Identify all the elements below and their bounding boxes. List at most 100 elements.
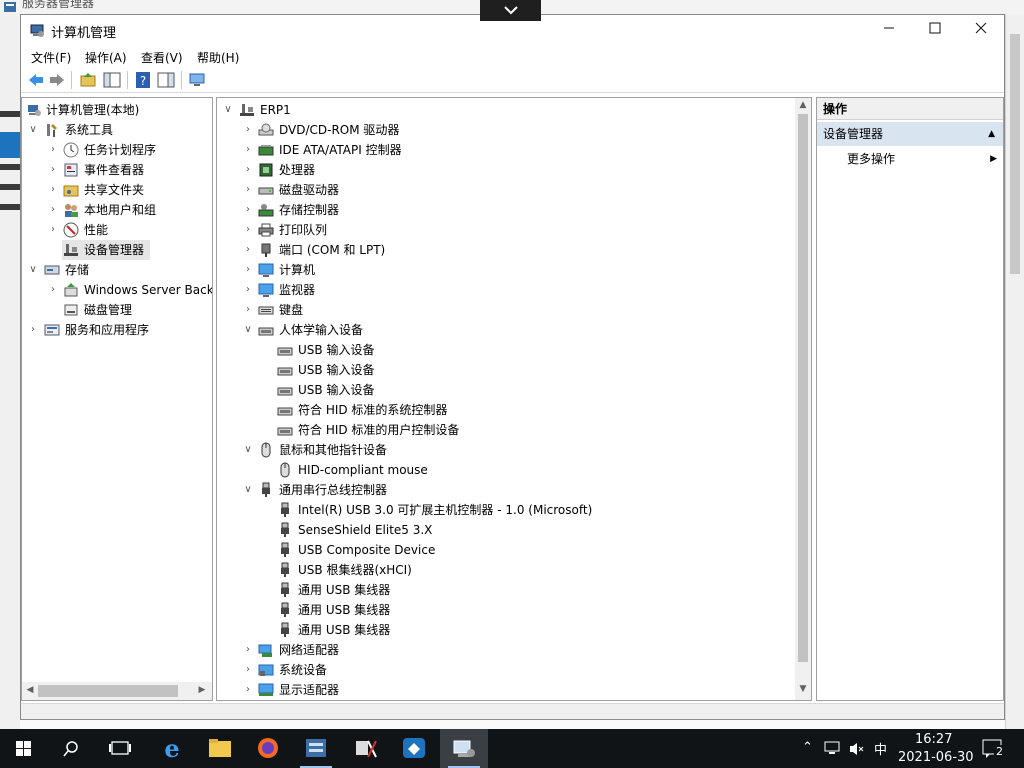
tree-item-device-manager[interactable]: 设备管理器 xyxy=(62,240,150,260)
tree-item-local-users[interactable]: › 本地用户和组 xyxy=(22,200,212,220)
chevron-right-icon[interactable]: › xyxy=(46,140,60,160)
chevron-right-icon[interactable]: › xyxy=(241,120,255,140)
file-explorer-button[interactable] xyxy=(196,729,244,768)
device-item-usb[interactable]: Intel(R) USB 3.0 可扩展主机控制器 - 1.0 (Microso… xyxy=(217,500,797,520)
tree-item-services-apps[interactable]: › 服务和应用程序 xyxy=(22,320,212,340)
device-category-dvd[interactable]: › DVD/CD-ROM 驱动器 xyxy=(217,120,797,140)
tray-expand-icon[interactable]: ⌃ xyxy=(802,740,813,755)
device-item-hid[interactable]: USB 输入设备 xyxy=(217,360,797,380)
help-icon[interactable]: ? xyxy=(134,71,152,89)
back-arrow-icon[interactable] xyxy=(27,71,45,89)
chevron-right-icon[interactable]: › xyxy=(46,220,60,240)
device-item-usb[interactable]: USB 根集线器(xHCI) xyxy=(217,560,797,580)
device-list-vertical-scrollbar[interactable]: ▲ ▼ xyxy=(795,98,811,700)
more-actions-item[interactable]: 更多操作 ▶ xyxy=(817,148,1003,170)
close-button[interactable] xyxy=(958,15,1004,45)
collapse-chevron-button[interactable] xyxy=(480,0,541,21)
chevron-right-icon[interactable]: › xyxy=(26,320,40,340)
device-category-hid[interactable]: ∨ 人体学输入设备 xyxy=(217,320,797,340)
scroll-thumb[interactable] xyxy=(38,685,178,697)
device-item-hid[interactable]: 符合 HID 标准的系统控制器 xyxy=(217,400,797,420)
show-hide-tree-icon[interactable] xyxy=(103,71,121,89)
chevron-right-icon[interactable]: › xyxy=(241,140,255,160)
tree-item-system-tools[interactable]: ∨ 系统工具 xyxy=(22,120,212,140)
device-category-mouse[interactable]: ∨ 鼠标和其他指针设备 xyxy=(217,440,797,460)
server-manager-button[interactable] xyxy=(292,729,340,768)
device-category-monitor[interactable]: › 监视器 xyxy=(217,280,797,300)
actions-section-device-manager[interactable]: 设备管理器 ▲ xyxy=(817,122,1003,146)
volume-muted-icon[interactable] xyxy=(848,741,866,757)
tree-item-event-viewer[interactable]: › 事件查看器 xyxy=(22,160,212,180)
minimize-button[interactable] xyxy=(866,15,912,45)
monitor-icon[interactable] xyxy=(188,71,206,89)
device-category-ide[interactable]: › IDE ATA/ATAPI 控制器 xyxy=(217,140,797,160)
up-folder-icon[interactable] xyxy=(79,71,97,89)
menu-view[interactable]: 查看(V) xyxy=(141,49,183,66)
firefox-button[interactable] xyxy=(244,729,292,768)
device-item-usb[interactable]: USB Composite Device xyxy=(217,540,797,560)
chevron-right-icon[interactable]: › xyxy=(241,180,255,200)
chevron-down-icon[interactable]: ∨ xyxy=(241,440,255,460)
device-item-usb[interactable]: 通用 USB 集线器 xyxy=(217,600,797,620)
chevron-right-icon[interactable]: › xyxy=(46,200,60,220)
chevron-down-icon[interactable]: ∨ xyxy=(26,260,40,280)
device-category-storage[interactable]: › 存储控制器 xyxy=(217,200,797,220)
tree-horizontal-scrollbar[interactable]: ◀ ▶ xyxy=(22,682,212,700)
scroll-down-icon[interactable]: ▼ xyxy=(797,684,809,694)
chevron-right-icon[interactable]: › xyxy=(241,200,255,220)
device-item-hid[interactable]: USB 输入设备 xyxy=(217,380,797,400)
chevron-down-icon[interactable]: ∨ xyxy=(241,480,255,500)
chevron-right-icon[interactable]: › xyxy=(241,240,255,260)
task-view-button[interactable] xyxy=(96,729,144,768)
search-button[interactable] xyxy=(48,729,96,768)
device-item-usb[interactable]: SenseShield Elite5 3.X xyxy=(217,520,797,540)
input-method-indicator[interactable]: 中 xyxy=(874,739,887,758)
chevron-right-icon[interactable]: › xyxy=(46,160,60,180)
maximize-button[interactable] xyxy=(912,15,958,45)
device-item-usb[interactable]: 通用 USB 集线器 xyxy=(217,580,797,600)
menu-action[interactable]: 操作(A) xyxy=(85,49,127,66)
device-root[interactable]: ∨ ERP1 xyxy=(217,100,797,120)
remote-app-button[interactable] xyxy=(390,729,438,768)
chevron-down-icon[interactable]: ∨ xyxy=(221,100,235,120)
tree-item-shared-folders[interactable]: › 共享文件夹 xyxy=(22,180,212,200)
scroll-up-icon[interactable]: ▲ xyxy=(797,100,809,110)
tree-item-disk-management[interactable]: 磁盘管理 xyxy=(22,300,212,320)
device-item-usb[interactable]: 通用 USB 集线器 xyxy=(217,620,797,640)
start-button[interactable] xyxy=(0,729,48,768)
chevron-right-icon[interactable]: › xyxy=(241,640,255,660)
chevron-right-icon[interactable]: › xyxy=(46,280,60,300)
admin-tools-button[interactable] xyxy=(342,729,390,768)
device-item-hid[interactable]: USB 输入设备 xyxy=(217,340,797,360)
clock-time[interactable]: 16:27 xyxy=(915,732,952,747)
notification-center-button[interactable]: 2 xyxy=(980,737,1006,761)
chevron-right-icon[interactable]: › xyxy=(46,180,60,200)
computer-management-taskbar-button[interactable] xyxy=(440,729,488,768)
device-category-disk[interactable]: › 磁盘驱动器 xyxy=(217,180,797,200)
chevron-right-icon[interactable]: › xyxy=(241,160,255,180)
scroll-thumb[interactable] xyxy=(798,114,808,662)
device-item-hid[interactable]: 符合 HID 标准的用户控制设备 xyxy=(217,420,797,440)
chevron-right-icon[interactable]: › xyxy=(241,220,255,240)
chevron-down-icon[interactable]: ∨ xyxy=(26,120,40,140)
tree-item-performance[interactable]: › 性能 xyxy=(22,220,212,240)
scroll-right-icon[interactable]: ▶ xyxy=(196,685,208,695)
device-category-network[interactable]: › 网络适配器 xyxy=(217,640,797,660)
device-item-mouse[interactable]: HID-compliant mouse xyxy=(217,460,797,480)
device-category-cpu[interactable]: › 处理器 xyxy=(217,160,797,180)
device-category-computer[interactable]: › 计算机 xyxy=(217,260,797,280)
network-icon[interactable] xyxy=(824,741,842,757)
chevron-right-icon[interactable]: › xyxy=(241,260,255,280)
internet-explorer-button[interactable]: e xyxy=(148,729,196,768)
tree-item-computer-management[interactable]: 计算机管理(本地) xyxy=(22,100,212,120)
tree-item-windows-server-backup[interactable]: › Windows Server Back xyxy=(22,280,212,300)
chevron-down-icon[interactable]: ∨ xyxy=(241,320,255,340)
device-category-display[interactable]: › 显示适配器 xyxy=(217,680,797,700)
chevron-right-icon[interactable]: › xyxy=(241,300,255,320)
forward-arrow-icon[interactable] xyxy=(48,71,66,89)
chevron-right-icon[interactable]: › xyxy=(241,680,255,700)
device-category-print[interactable]: › 打印队列 xyxy=(217,220,797,240)
collapse-up-icon[interactable]: ▲ xyxy=(988,122,995,146)
clock-date[interactable]: 2021-06-30 xyxy=(898,750,974,765)
tree-item-storage[interactable]: ∨ 存储 xyxy=(22,260,212,280)
